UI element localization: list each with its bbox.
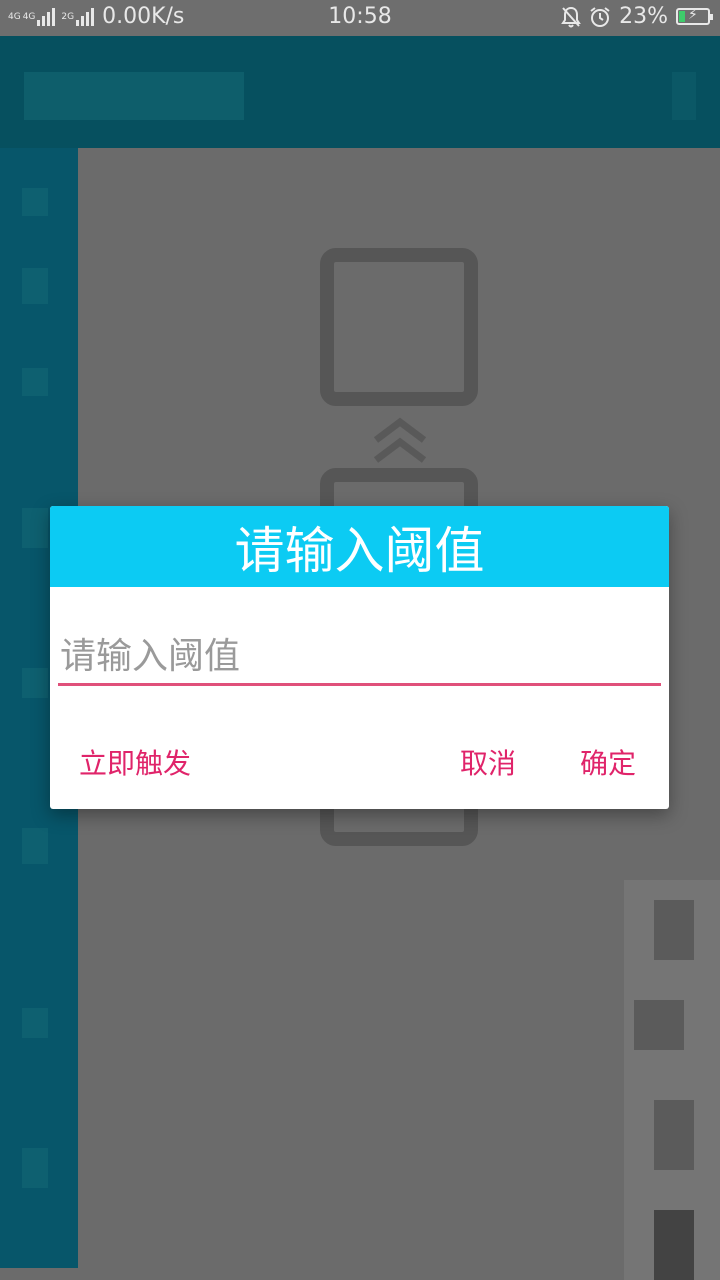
battery-fill bbox=[679, 11, 685, 22]
cancel-button[interactable]: 取消 bbox=[460, 742, 516, 782]
input-underline bbox=[58, 683, 661, 686]
threshold-input-wrapper bbox=[58, 636, 661, 686]
double-chevron-up-icon bbox=[373, 417, 427, 463]
toolbar-action-blurred bbox=[672, 72, 696, 120]
corner-decoration bbox=[624, 880, 720, 1280]
battery-icon: ⚡ bbox=[676, 7, 713, 25]
upper-square-icon bbox=[320, 248, 478, 406]
threshold-input[interactable] bbox=[58, 636, 661, 683]
charging-bolt-icon: ⚡ bbox=[688, 7, 698, 23]
alarm-clock-icon bbox=[590, 6, 610, 27]
bell-off-icon bbox=[561, 6, 581, 27]
trigger-now-button[interactable]: 立即触发 bbox=[79, 742, 191, 782]
dialog-title: 请输入阈值 bbox=[50, 506, 669, 587]
status-right: 23% ⚡ bbox=[561, 4, 713, 29]
confirm-button[interactable]: 确定 bbox=[580, 742, 636, 782]
status-bar: 4G 4G 2G 0.00K/s 10:58 23% ⚡ bbox=[0, 0, 720, 36]
threshold-dialog: 请输入阈值 立即触发 取消 确定 bbox=[50, 506, 669, 809]
battery-percent: 23% bbox=[619, 4, 668, 29]
app-toolbar bbox=[0, 36, 720, 148]
toolbar-title-blurred bbox=[24, 72, 244, 120]
